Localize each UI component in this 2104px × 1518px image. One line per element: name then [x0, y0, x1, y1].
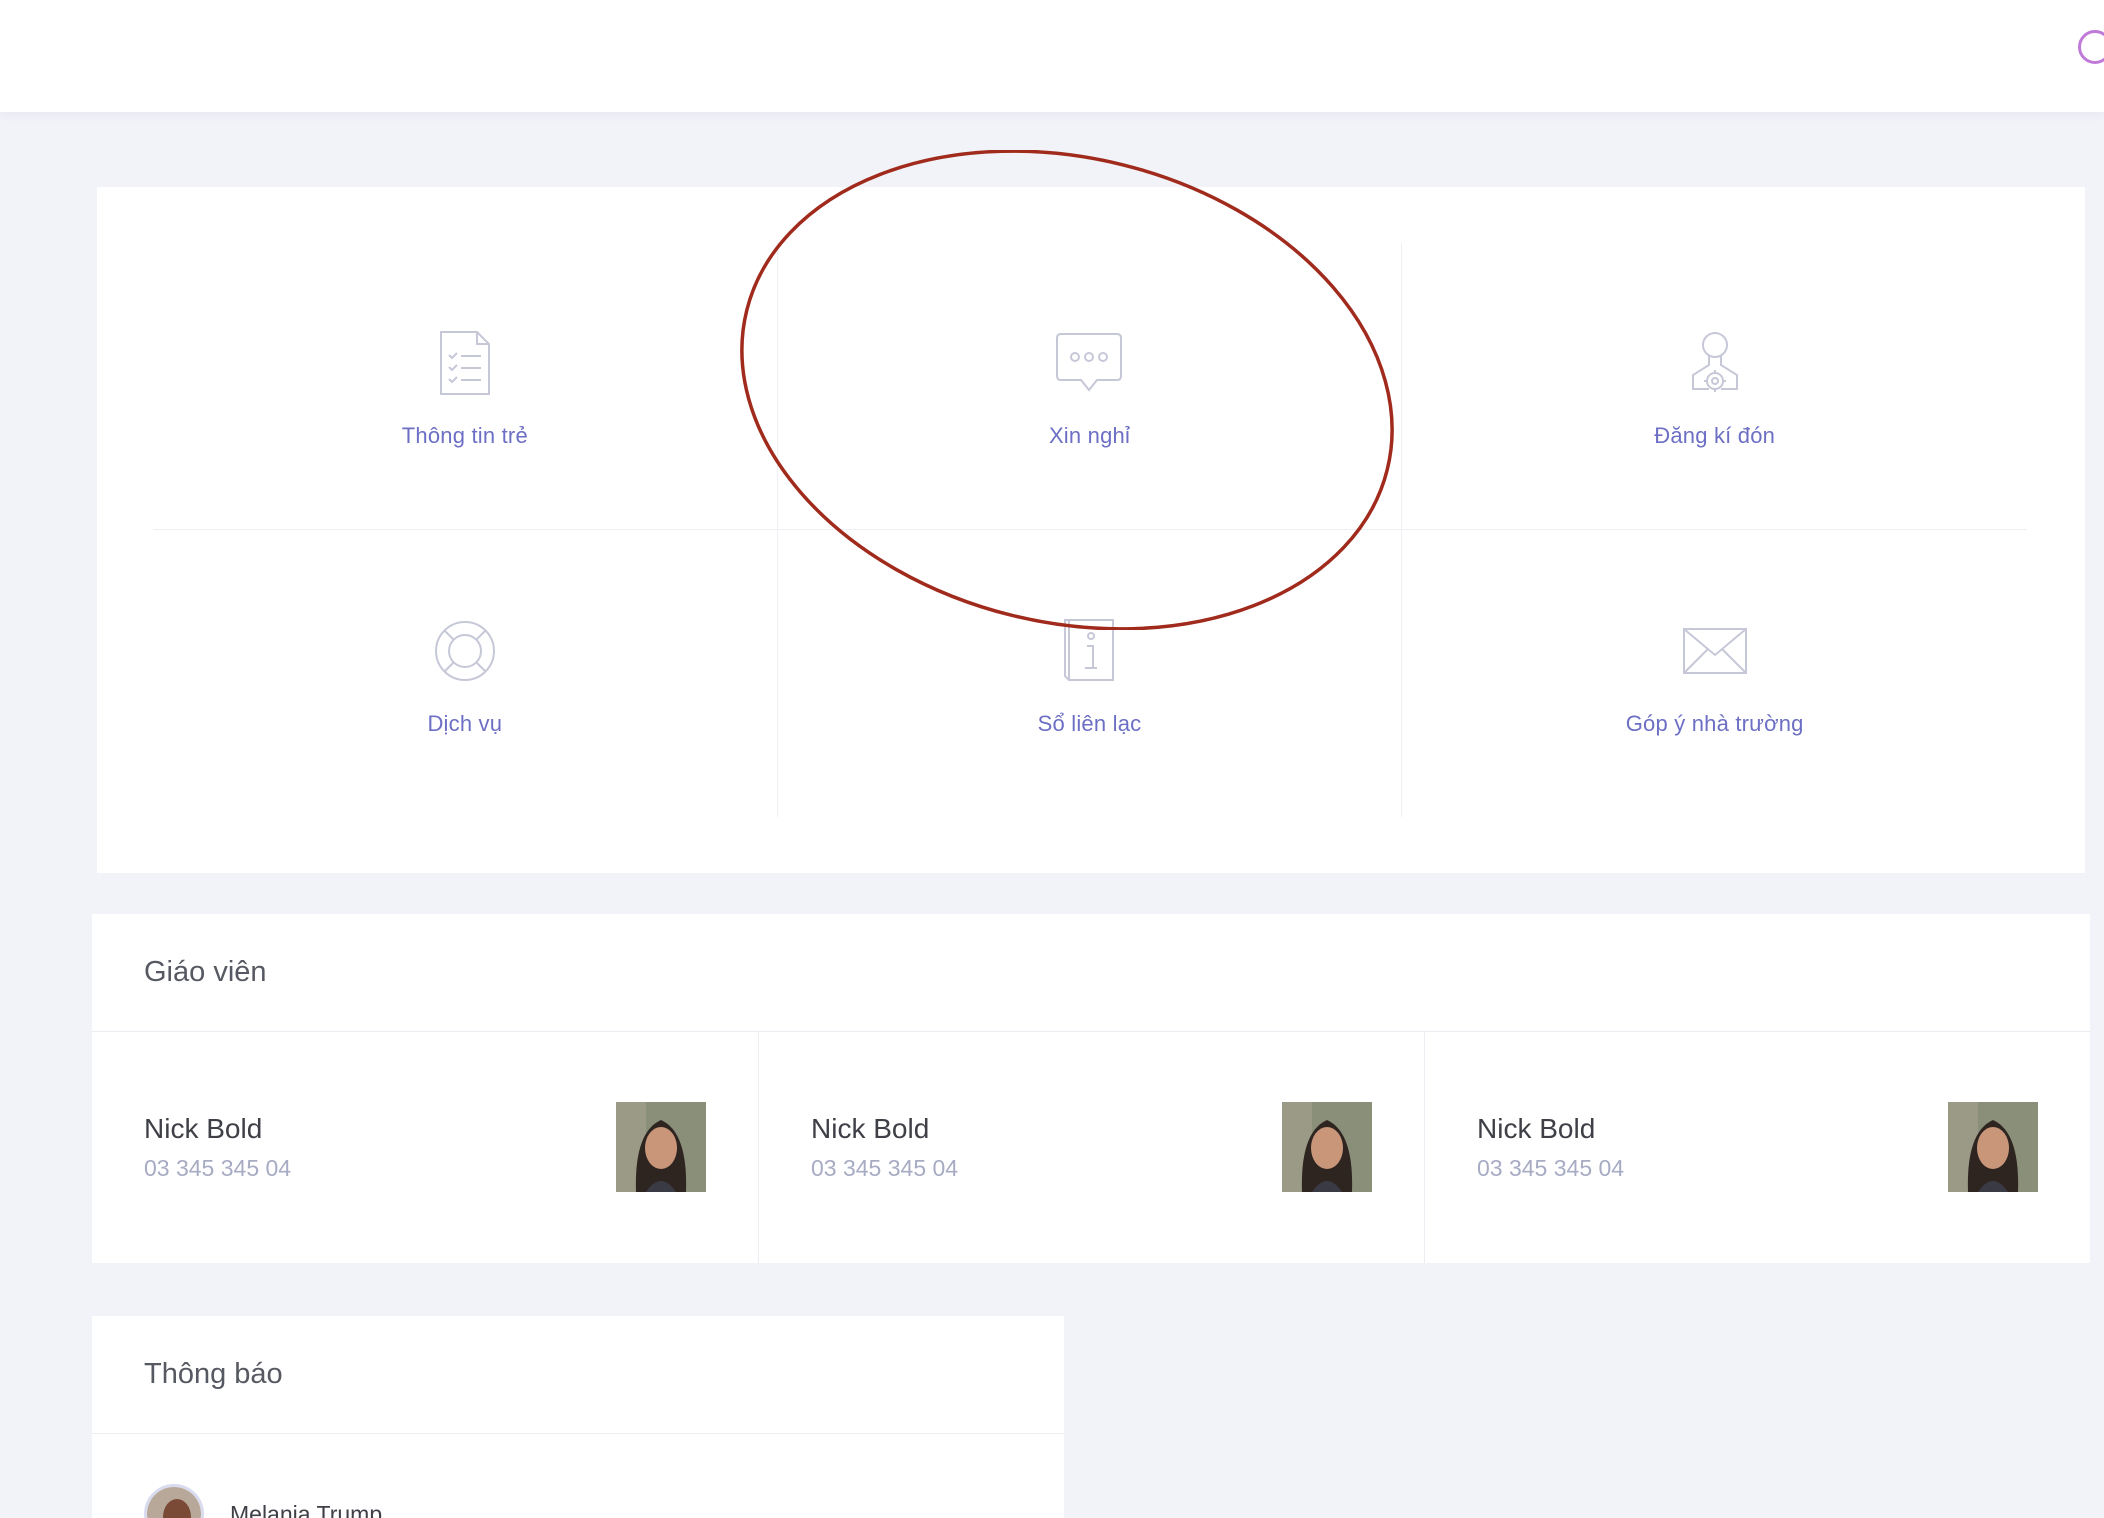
loading-spinner-icon	[2078, 30, 2104, 64]
chat-bubble-icon	[1049, 323, 1129, 403]
notices-card-title: Thông báo	[144, 1358, 283, 1390]
avatar	[144, 1484, 204, 1518]
quick-menu-card: Thông tin trẻ Xin nghỉ Đăng kí đón Dịch …	[97, 187, 2085, 873]
notice-item[interactable]: Melania Trump	[144, 1484, 383, 1518]
teacher-item[interactable]: Nick Bold 03 345 345 04	[758, 1032, 1424, 1263]
menu-item-label: Thông tin trẻ	[401, 423, 528, 448]
envelope-icon	[1675, 611, 1755, 691]
teacher-item[interactable]: Nick Bold 03 345 345 04	[1424, 1032, 2090, 1263]
checklist-document-icon	[425, 323, 505, 403]
teacher-photo	[1282, 1102, 1372, 1192]
notices-card-header: Thông báo	[92, 1316, 1064, 1434]
info-book-icon	[1049, 611, 1129, 691]
menu-item-dang-ki-don[interactable]: Đăng kí đón	[1402, 243, 2027, 530]
menu-item-label: Đăng kí đón	[1654, 423, 1776, 448]
menu-item-label: Sổ liên lạc	[1037, 710, 1142, 736]
menu-item-thong-tin-tre[interactable]: Thông tin trẻ	[153, 243, 778, 530]
top-header-bar	[0, 0, 2104, 112]
menu-item-gop-y-nha-truong[interactable]: Góp ý nhà trường	[1402, 530, 2027, 817]
menu-item-label: Xin nghỉ	[1048, 423, 1131, 448]
menu-item-xin-nghi[interactable]: Xin nghỉ	[777, 243, 1403, 530]
user-settings-icon	[1675, 323, 1755, 403]
teacher-item[interactable]: Nick Bold 03 345 345 04	[92, 1032, 758, 1263]
quick-menu-grid: Thông tin trẻ Xin nghỉ Đăng kí đón Dịch …	[153, 243, 2027, 817]
teacher-photo	[616, 1102, 706, 1192]
menu-item-dich-vu[interactable]: Dịch vụ	[153, 530, 778, 817]
teachers-card-title: Giáo viên	[144, 956, 267, 988]
menu-item-label: Góp ý nhà trường	[1625, 710, 1804, 736]
menu-item-label: Dịch vụ	[427, 710, 503, 736]
notices-card: Thông báo Melania Trump	[92, 1316, 1064, 1518]
notice-author-name: Melania Trump	[230, 1500, 383, 1518]
teacher-photo	[1948, 1102, 2038, 1192]
teachers-card-header: Giáo viên	[92, 914, 2090, 1032]
teachers-list: Nick Bold 03 345 345 04 Nick Bold 03 345…	[92, 1032, 2090, 1263]
lifebuoy-icon	[425, 611, 505, 691]
menu-item-so-lien-lac[interactable]: Sổ liên lạc	[778, 530, 1403, 817]
teachers-card: Giáo viên Nick Bold 03 345 345 04 Nick B…	[92, 914, 2090, 1263]
